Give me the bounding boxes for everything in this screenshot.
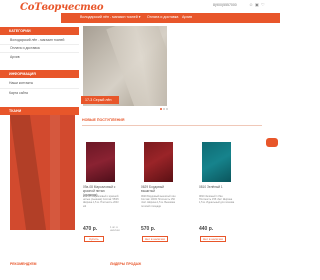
product-name[interactable]: 0629 Бордовый вышитый: [141, 185, 177, 193]
product-image[interactable]: [86, 142, 115, 182]
nav-item-shop[interactable]: Володарский лён - магазин тканей ▾: [80, 15, 141, 19]
site-logo[interactable]: СоТворчество: [20, 2, 104, 13]
sidebar-item-delivery[interactable]: Оплата и доставка: [10, 46, 40, 50]
product-description: 09а-08 Марсаловый с красной нитью (льнян…: [83, 195, 119, 208]
phone-number: 8(900)5557000: [213, 3, 237, 7]
product-price: 440 р.: [199, 226, 214, 232]
top-bar: СоТворчество 8(900)5557000 ☺ ▣ ♡: [0, 0, 280, 13]
out-of-stock-button[interactable]: Нет в наличии: [142, 236, 168, 242]
nav-item-archive[interactable]: Архив: [182, 15, 192, 19]
fabrics-heading: ТКАНИ: [0, 107, 79, 115]
cart-icon[interactable]: ▣: [255, 3, 259, 7]
out-of-stock-button[interactable]: Нет в наличии: [200, 236, 226, 242]
buy-button[interactable]: Купить: [84, 236, 104, 242]
sidebar-item-sitemap[interactable]: Карта сайта: [9, 91, 28, 95]
categories-heading: КАТЕГОРИИ: [0, 27, 79, 35]
slider-dot[interactable]: [160, 108, 162, 110]
sidebar-item-contacts[interactable]: Наши контакты: [9, 81, 33, 85]
slider-caption[interactable]: 17-3 Серый лён: [81, 96, 119, 104]
chat-widget-button[interactable]: [266, 138, 278, 147]
product-image[interactable]: [144, 142, 173, 182]
user-icon[interactable]: ☺: [249, 3, 253, 7]
product-card[interactable]: 09а-08 Марсаловый с красной нитью (льнян…: [82, 125, 120, 255]
divider: [0, 52, 79, 53]
new-arrivals-title: НОВЫЕ ПОСТУПЛЕНИЯ: [82, 118, 125, 122]
info-heading: ИНФОРМАЦИЯ: [0, 70, 79, 78]
product-price: 570 р.: [141, 226, 156, 232]
slider-dots: [160, 108, 168, 110]
product-card[interactable]: 0629 Бордовый вышитый 0629 Бордовый выши…: [140, 125, 177, 255]
divider: [0, 88, 79, 89]
stock-count: 1 шт. в наличии: [110, 226, 120, 232]
slider-dot[interactable]: [163, 108, 165, 110]
sidebar-item-shop[interactable]: Володарский лён - магазин тканей: [10, 38, 64, 42]
product-description: 0629 Бордовый вышитый лён Состав: 100% П…: [141, 195, 176, 208]
hero-slider-image[interactable]: [83, 26, 167, 106]
product-name[interactable]: 0810 Зелёный 1: [199, 185, 235, 189]
product-description: 0810 Зелёный 1 Лён Плотность 155 г/м2. Ш…: [199, 195, 235, 205]
product-image[interactable]: [202, 142, 231, 182]
product-price: 470 р.: [83, 226, 98, 232]
bestsellers-title: ЛИДЕРЫ ПРОДАЖ: [110, 262, 142, 266]
sidebar-item-archive[interactable]: Архив: [10, 55, 20, 59]
slider-dot[interactable]: [166, 108, 168, 110]
product-card[interactable]: 0810 Зелёный 1 0810 Зелёный 1 Лён Плотно…: [198, 125, 235, 255]
divider: [0, 44, 79, 45]
heart-icon[interactable]: ♡: [261, 3, 265, 7]
nav-item-delivery[interactable]: Оплата и доставка: [147, 15, 178, 19]
fabric-banner-image[interactable]: [10, 115, 75, 230]
recommended-title: РЕКОМЕНДУЕМ: [10, 262, 37, 266]
